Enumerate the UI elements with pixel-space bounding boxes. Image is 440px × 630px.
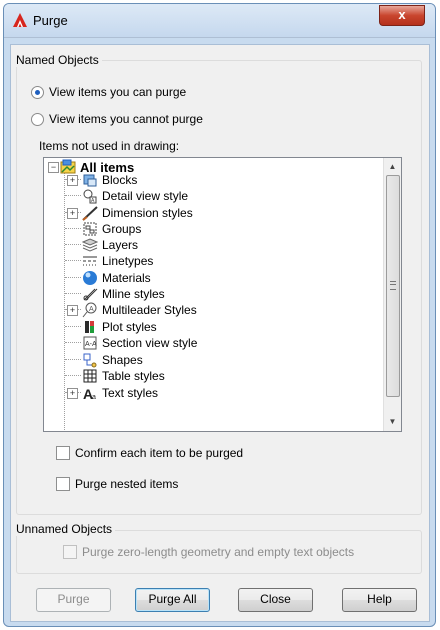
purge-zero-length-checkbox (63, 545, 77, 559)
tree-item-label: Linetypes (102, 254, 154, 268)
unnamed-objects-legend: Unnamed Objects (13, 522, 116, 536)
svg-text:a: a (92, 394, 96, 401)
purge-dialog: Purge x Named Objects View items you can… (3, 3, 436, 627)
tree-item-label: Mline styles (102, 287, 165, 301)
tree-vertical-scrollbar[interactable]: ▲ ▼ (383, 158, 401, 431)
multileader-icon: A (82, 302, 97, 318)
tree-item-text-styles[interactable]: Aa Text styles (82, 384, 158, 402)
radio-button[interactable] (31, 112, 44, 126)
tree-connector (65, 375, 81, 376)
tree-connector (65, 326, 81, 327)
tree-connector (65, 359, 81, 360)
purge-nested-option[interactable]: Purge nested items (56, 477, 178, 491)
confirm-each-checkbox[interactable] (56, 446, 70, 460)
dimension-icon (82, 206, 98, 221)
text-styles-icon: Aa (83, 386, 96, 401)
tree-item-label: Table styles (102, 369, 165, 383)
materials-icon (83, 271, 97, 285)
tree-item-label: Shapes (102, 353, 143, 367)
tree-item-label: Text styles (102, 386, 159, 400)
layers-icon (82, 238, 98, 252)
close-button[interactable]: Close (238, 588, 313, 612)
tree-item-detail-view-style[interactable]: A Detail view style (82, 187, 188, 205)
confirm-each-label: Confirm each item to be purged (75, 446, 244, 460)
svg-text:A: A (89, 306, 94, 313)
tree-item-label: Detail view style (102, 189, 189, 203)
tree-item-multileader-styles[interactable]: A Multileader Styles (82, 301, 197, 319)
expand-text-styles-toggle[interactable]: + (67, 388, 78, 399)
mline-icon (83, 288, 98, 301)
tree-item-label: Multileader Styles (102, 303, 197, 317)
tree-connector (65, 277, 81, 278)
tree-item-label: Blocks (102, 173, 138, 187)
tree-connector (65, 228, 81, 229)
table-styles-icon (83, 369, 97, 383)
confirm-each-item-option[interactable]: Confirm each item to be purged (56, 446, 243, 460)
purge-nested-checkbox[interactable] (56, 477, 70, 491)
tree-item-section-view-style[interactable]: A-A Section view style (82, 334, 197, 352)
scroll-down-arrow-icon[interactable]: ▼ (384, 413, 401, 430)
purge-zero-length-option: Purge zero-length geometry and empty tex… (63, 545, 354, 559)
tree-connector (65, 293, 81, 294)
collapse-all-items-toggle[interactable]: − (48, 162, 59, 173)
tree-item-label: Layers (102, 238, 139, 252)
scroll-up-arrow-icon[interactable]: ▲ (384, 158, 401, 175)
tree-item-label: Plot styles (102, 320, 157, 334)
grip-icon (390, 281, 396, 290)
tree-item-label: Dimension styles (102, 206, 193, 220)
radio-button-selected[interactable] (31, 85, 44, 99)
close-icon: x (398, 7, 406, 22)
radio-can-purge-label: View items you can purge (49, 85, 187, 99)
tree-connector (65, 342, 81, 343)
tree-label: Items not used in drawing: (39, 139, 180, 153)
radio-view-can-purge[interactable]: View items you can purge (31, 85, 186, 99)
blocks-icon (83, 174, 97, 187)
dialog-body: Named Objects View items you can purge V… (10, 44, 430, 622)
shapes-icon (83, 353, 97, 368)
radio-view-cannot-purge[interactable]: View items you cannot purge (31, 112, 203, 126)
tree-item-label: Materials (102, 271, 151, 285)
tree-item-linetypes[interactable]: Linetypes (82, 252, 153, 270)
purge-nested-label: Purge nested items (75, 477, 179, 491)
named-objects-legend: Named Objects (13, 53, 102, 67)
window-title: Purge (33, 13, 68, 28)
tree-connector (65, 195, 81, 196)
detail-view-icon: A (83, 189, 97, 204)
expand-dimension-styles-toggle[interactable]: + (67, 208, 78, 219)
tree-connector (65, 260, 81, 261)
expand-blocks-toggle[interactable]: + (67, 175, 78, 186)
tree-item-table-styles[interactable]: Table styles (82, 367, 165, 385)
expand-multileader-styles-toggle[interactable]: + (67, 305, 78, 316)
scrollbar-thumb[interactable] (386, 175, 400, 397)
linetypes-icon (83, 256, 97, 266)
section-view-icon: A-A (83, 336, 97, 350)
radio-cannot-purge-label: View items you cannot purge (49, 112, 203, 126)
purge-zero-length-label: Purge zero-length geometry and empty tex… (82, 545, 355, 559)
plot-styles-icon (85, 321, 94, 333)
title-bar[interactable]: Purge x (4, 4, 435, 38)
tree-connector (65, 244, 81, 245)
tree-item-label: Groups (102, 222, 142, 236)
purge-button: Purge (36, 588, 111, 612)
all-items-icon (60, 159, 76, 174)
tree-item-label: Section view style (102, 336, 198, 350)
items-tree[interactable]: − All items + Blocks A Detail view style… (43, 157, 402, 432)
groups-icon (83, 222, 97, 236)
svg-text:A-A: A-A (85, 341, 97, 348)
help-button[interactable]: Help (342, 588, 417, 612)
purge-all-button[interactable]: Purge All (135, 588, 210, 612)
close-window-button[interactable]: x (379, 5, 425, 26)
autocad-app-icon (13, 13, 27, 27)
